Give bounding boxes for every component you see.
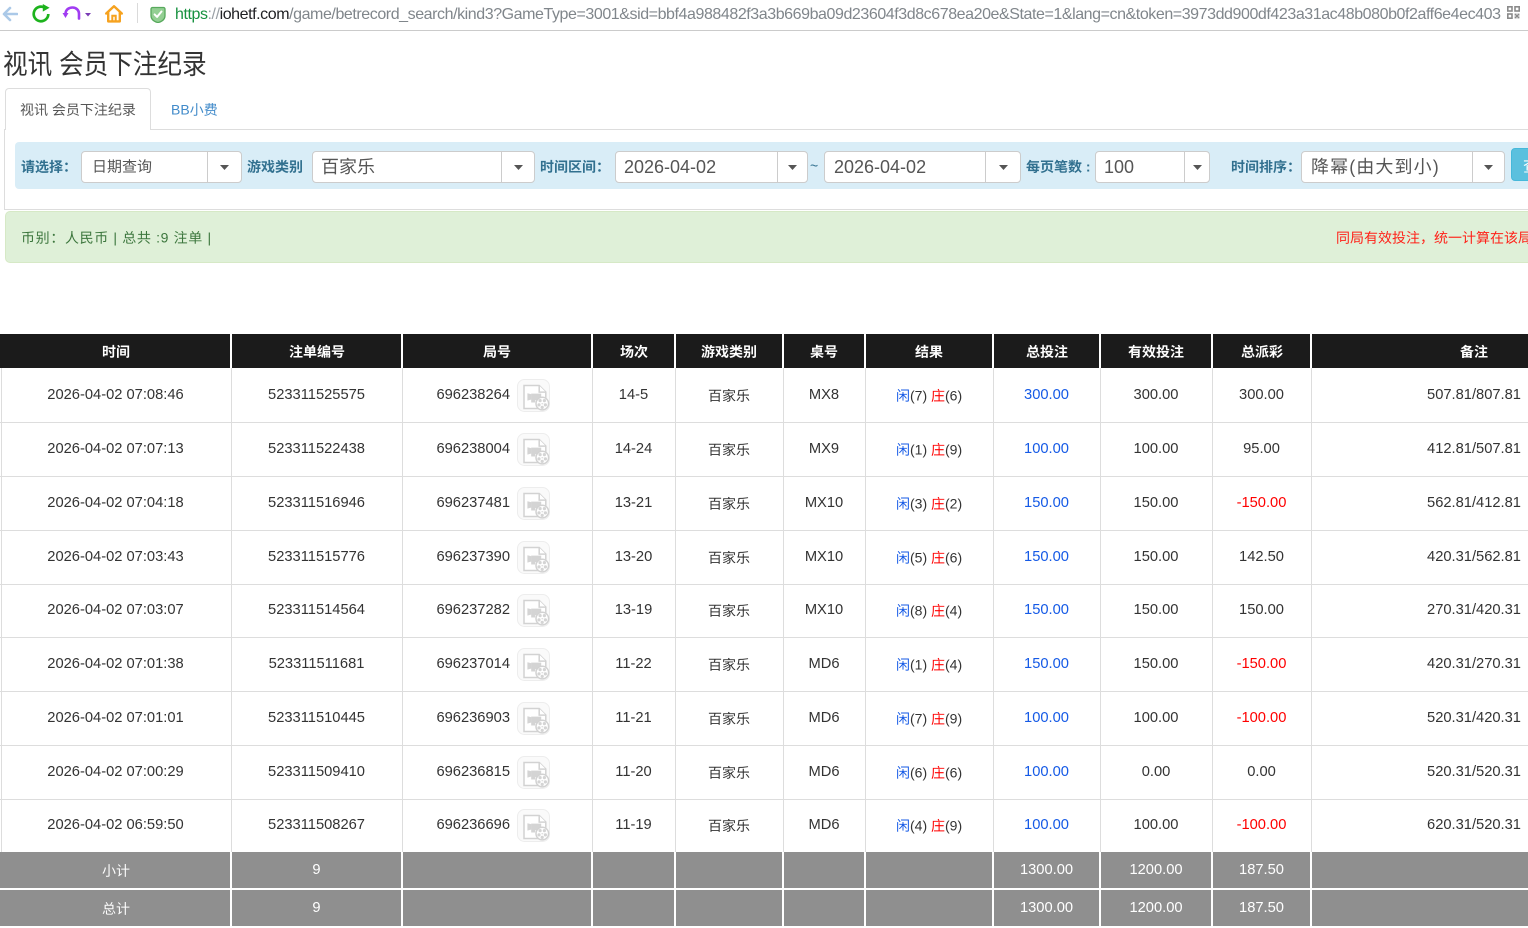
svg-text:(2): (2) xyxy=(945,496,962,512)
svg-text:(7): (7) xyxy=(910,388,931,404)
svg-text:(8): (8) xyxy=(910,603,931,619)
svg-text:(4): (4) xyxy=(945,657,962,673)
svg-text:(9): (9) xyxy=(945,711,962,727)
svg-text:|: | xyxy=(109,230,122,246)
svg-text::: : xyxy=(1082,158,1091,174)
svg-text:BB: BB xyxy=(171,101,190,117)
svg-text:(5): (5) xyxy=(910,550,931,566)
svg-text:(9): (9) xyxy=(945,442,962,458)
svg-text:(3): (3) xyxy=(910,496,931,512)
svg-text:(1): (1) xyxy=(910,657,931,673)
svg-text:(6): (6) xyxy=(945,388,962,404)
svg-text:(6): (6) xyxy=(945,765,962,781)
svg-text::9: :9 xyxy=(152,230,174,246)
svg-text:~: ~ xyxy=(810,158,818,174)
svg-text:(: ( xyxy=(1349,157,1356,177)
svg-text:|: | xyxy=(203,230,212,246)
svg-text:(6): (6) xyxy=(945,550,962,566)
svg-text:(9): (9) xyxy=(945,818,962,834)
svg-text:(4): (4) xyxy=(910,818,931,834)
svg-text:(1): (1) xyxy=(910,442,931,458)
svg-text:(4): (4) xyxy=(945,603,962,619)
svg-text:(6): (6) xyxy=(910,765,931,781)
svg-text:(7): (7) xyxy=(910,711,931,727)
svg-text:): ) xyxy=(1432,157,1439,177)
